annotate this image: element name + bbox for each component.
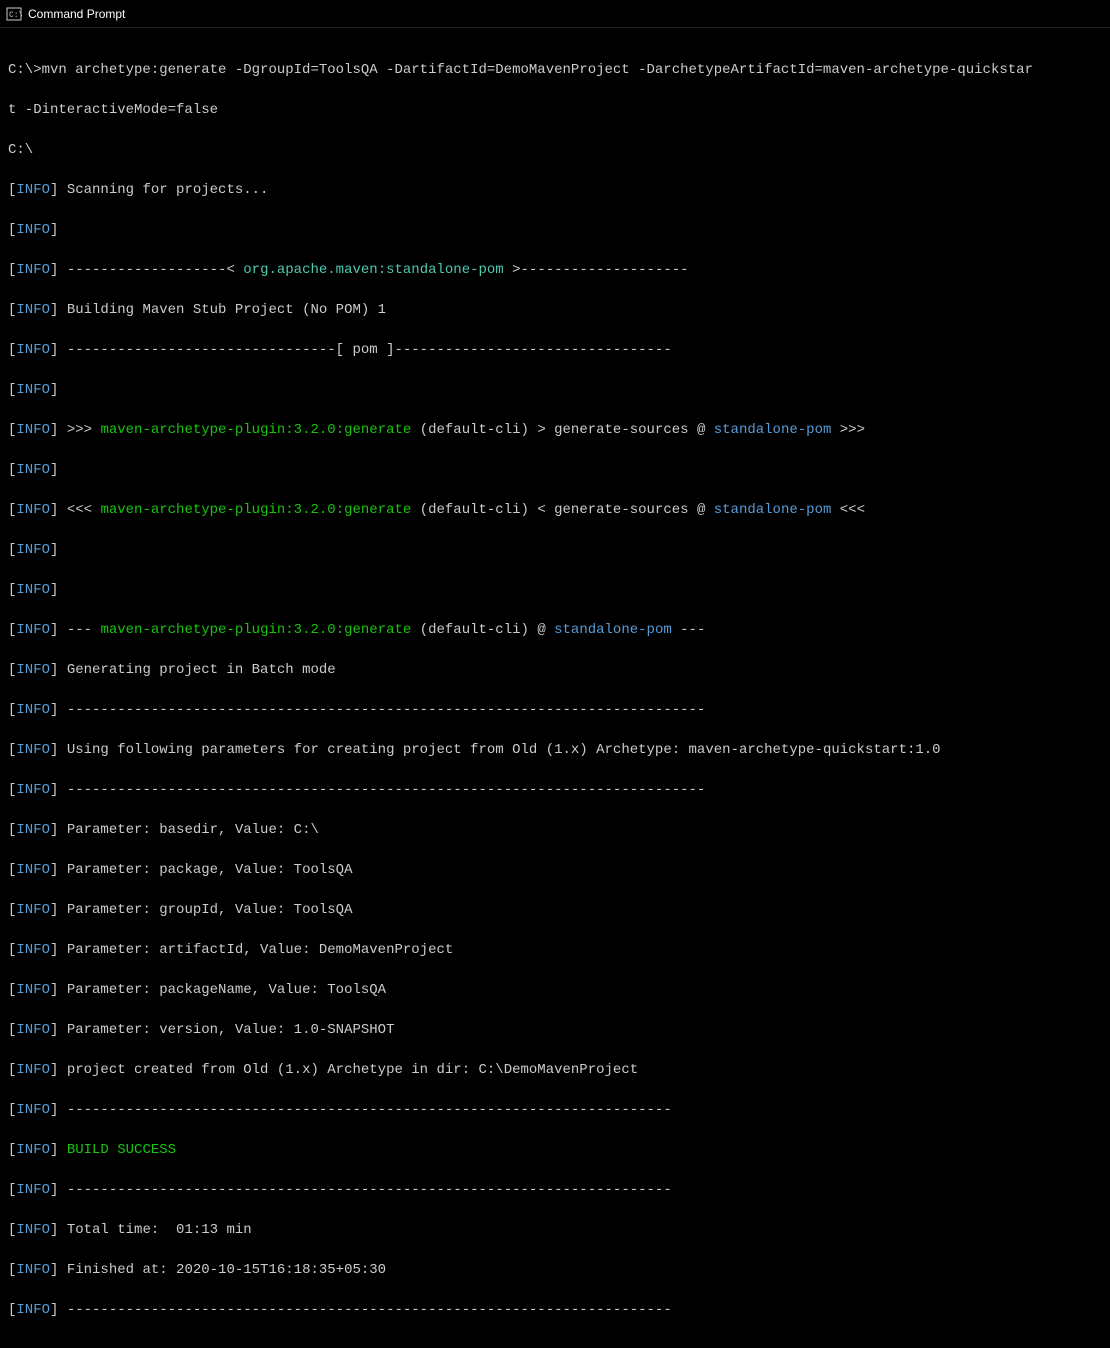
param-package: Parameter: package, Value: ToolsQA [67,862,353,878]
cmd-icon: C:\ [6,6,22,22]
info-label: INFO [16,182,50,198]
batch-line: Generating project in Batch mode [67,662,336,678]
cmd-line-1: C:\>mvn archetype:generate -DgroupId=Too… [8,62,1033,78]
building-line: Building Maven Stub Project (No POM) 1 [67,302,386,318]
standalone-1: standalone-pom [714,422,832,438]
standalone-2: standalone-pom [714,502,832,518]
param-artifactid: Parameter: artifactId, Value: DemoMavenP… [67,942,453,958]
using-line: Using following parameters for creating … [67,742,941,758]
plugin-3: maven-archetype-plugin:3.2.0:generate [100,622,411,638]
cmd-line-3: C:\ [8,142,33,158]
titlebar: C:\ Command Prompt [0,0,1110,28]
window-title: Command Prompt [28,7,125,21]
build-success: BUILD SUCCESS [67,1142,176,1158]
terminal-output[interactable]: C:\>mvn archetype:generate -DgroupId=Too… [0,28,1110,1348]
finished-at: Finished at: 2020-10-15T16:18:35+05:30 [67,1262,386,1278]
svg-text:C:\: C:\ [9,11,22,20]
scan-line: Scanning for projects... [67,182,269,198]
standalone-3: standalone-pom [554,622,672,638]
created-line: project created from Old (1.x) Archetype… [67,1062,638,1078]
plugin-2: maven-archetype-plugin:3.2.0:generate [100,502,411,518]
param-version: Parameter: version, Value: 1.0-SNAPSHOT [67,1022,395,1038]
cmd-line-2: t -DinteractiveMode=false [8,102,218,118]
param-packagename: Parameter: packageName, Value: ToolsQA [67,982,386,998]
pom-rule: --------------------------------[ pom ]-… [67,342,672,358]
param-groupid: Parameter: groupId, Value: ToolsQA [67,902,353,918]
plugin-1: maven-archetype-plugin:3.2.0:generate [100,422,411,438]
param-basedir: Parameter: basedir, Value: C:\ [67,822,319,838]
pom-coords: org.apache.maven:standalone-pom [243,262,503,278]
total-time: Total time: 01:13 min [67,1222,252,1238]
